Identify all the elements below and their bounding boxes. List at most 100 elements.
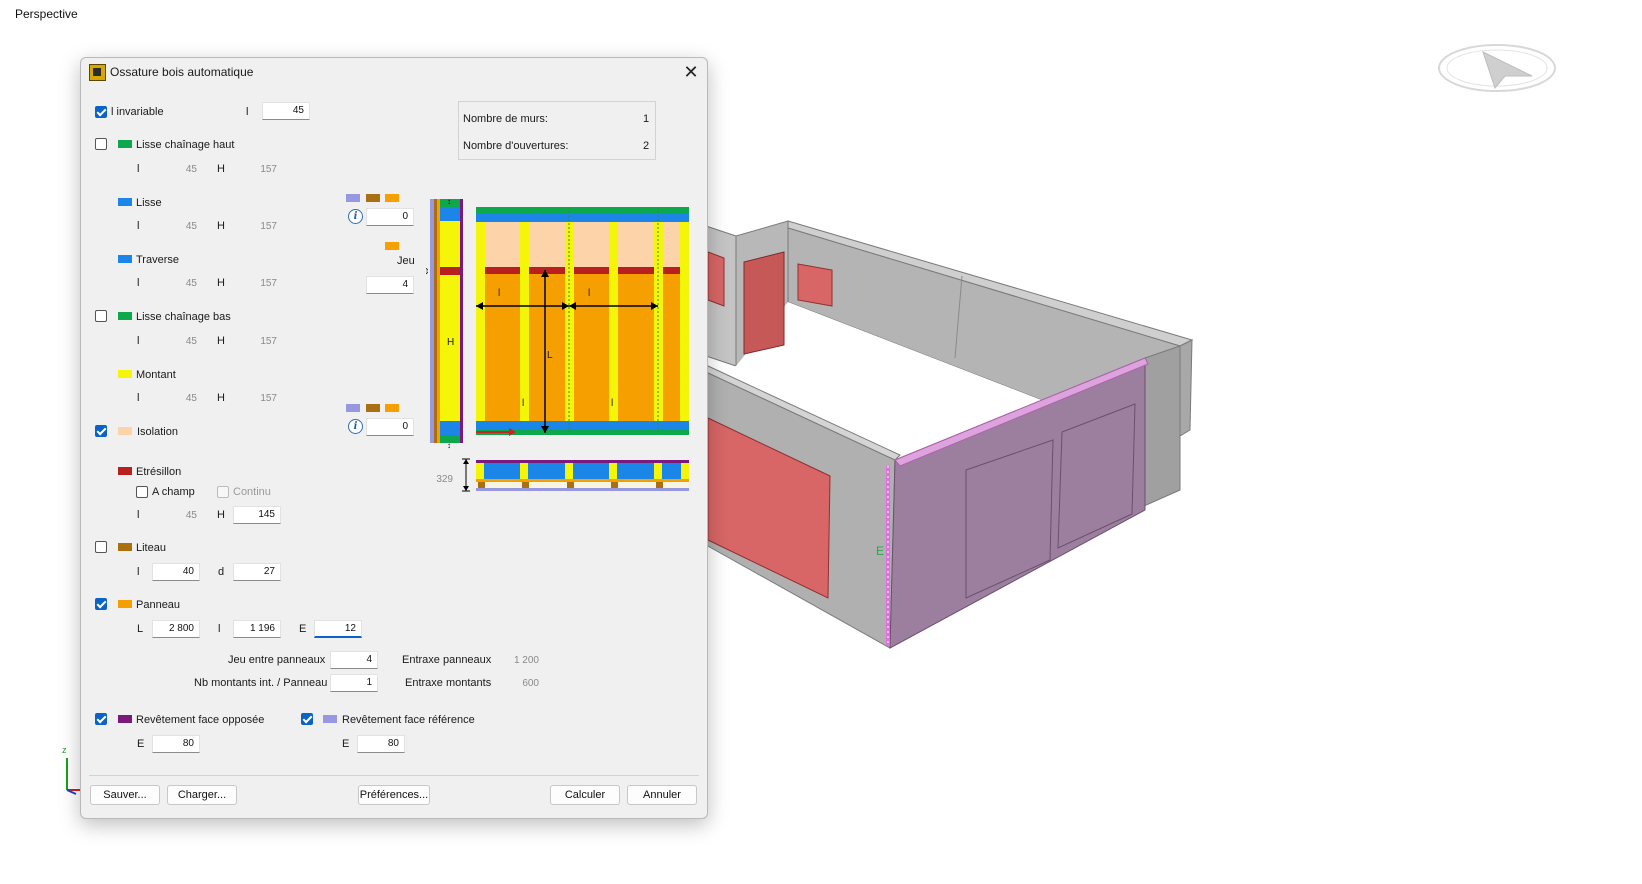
lisse-chainage-haut-h-label: H — [217, 163, 225, 175]
wall-model[interactable] — [705, 220, 1194, 649]
bottom-offset-input[interactable]: 0 — [366, 418, 414, 436]
save-button[interactable]: Sauver... — [90, 785, 160, 805]
liteau-checkbox[interactable] — [95, 541, 107, 553]
isolation-swatch — [118, 427, 132, 435]
continu-checkbox[interactable] — [217, 486, 229, 498]
top-offset-input[interactable]: 0 — [366, 208, 414, 226]
dialog-title: Ossature bois automatique — [110, 65, 254, 79]
lisse-chainage-bas-h-label: H — [217, 335, 225, 347]
nombre-murs-value: 1 — [643, 113, 650, 125]
etresillon-h-input[interactable]: 145 — [233, 506, 281, 524]
lisse-chainage-bas-l-value: 45 — [185, 336, 197, 347]
etresillon-l-label: l — [137, 509, 140, 521]
panneau-checkbox[interactable] — [95, 598, 107, 610]
close-button[interactable]: ✕ — [679, 60, 703, 84]
isolation-checkbox[interactable] — [95, 425, 107, 437]
view-compass-icon[interactable] — [1438, 44, 1556, 92]
montant-h-value: 157 — [260, 393, 277, 404]
entraxe-montants-label: Entraxe montants — [405, 677, 492, 689]
isolation-label: Isolation — [137, 426, 178, 438]
montant-label: Montant — [136, 369, 176, 381]
montant-h-label: H — [217, 392, 225, 404]
diagram-l-mark: l — [522, 398, 524, 409]
lisse-chainage-haut-h-value: 157 — [260, 164, 277, 175]
revetement-opposee-E-input[interactable]: 80 — [152, 735, 200, 753]
diagram-bottom-swatch-2 — [366, 404, 380, 412]
liteau-label: Liteau — [136, 542, 166, 554]
l-invariable-checkbox[interactable] — [95, 106, 107, 118]
diagram-top-swatch-3 — [385, 194, 399, 202]
jeu-label: Jeu — [397, 255, 415, 267]
panneau-L-label: L — [137, 623, 144, 635]
revetement-opposee-E-label: E — [137, 738, 145, 750]
diagram-top-swatch-1 — [346, 194, 360, 202]
footer-separator — [89, 775, 699, 776]
diagram-l-mark: l — [498, 288, 500, 299]
lisse-h-label: H — [217, 220, 225, 232]
z-axis-label: z — [62, 745, 67, 755]
dialog-titlebar[interactable]: Ossature bois automatique ✕ — [81, 58, 707, 88]
liteau-swatch — [118, 543, 132, 551]
lisse-chainage-haut-l-label: l — [137, 163, 140, 175]
revetement-reference-E-label: E — [342, 738, 350, 750]
traverse-l-value: 45 — [185, 278, 197, 289]
a-champ-label: A champ — [152, 486, 195, 498]
jeu-entre-panneaux-input[interactable]: 4 — [330, 651, 378, 669]
etresillon-h-label: H — [217, 509, 225, 521]
lisse-swatch — [118, 198, 132, 206]
lisse-chainage-bas-checkbox[interactable] — [95, 310, 107, 322]
model-marker: E — [876, 544, 884, 558]
nombre-murs-label: Nombre de murs: — [463, 113, 548, 125]
traverse-label: Traverse — [136, 254, 179, 266]
load-button[interactable]: Charger... — [167, 785, 237, 805]
nb-montants-input[interactable]: 1 — [330, 674, 378, 692]
lisse-chainage-bas-label: Lisse chaînage bas — [136, 311, 231, 323]
panneau-l-input[interactable]: 1 196 — [233, 620, 281, 638]
l-invariable-input[interactable]: 45 — [262, 102, 310, 120]
svg-text:↕: ↕ — [447, 441, 451, 450]
nombre-ouvertures-value: 2 — [643, 140, 650, 152]
traverse-l-label: l — [137, 277, 140, 289]
calculate-button[interactable]: Calculer — [550, 785, 620, 805]
app-icon — [89, 64, 106, 81]
info-icon[interactable]: i — [348, 209, 363, 224]
liteau-l-input[interactable]: 40 — [152, 563, 200, 581]
continu-label: Continu — [233, 486, 271, 498]
jeu-swatch — [385, 242, 399, 250]
diagram-l-mark: l — [588, 288, 590, 299]
revetement-opposee-swatch — [118, 715, 132, 723]
nombre-ouvertures-label: Nombre d'ouvertures: — [463, 140, 569, 152]
etresillon-label: Etrésillon — [136, 466, 182, 478]
cancel-button[interactable]: Annuler — [627, 785, 697, 805]
revetement-opposee-checkbox[interactable] — [95, 713, 107, 725]
diagram-L-mark: L — [547, 350, 553, 361]
entraxe-panneaux-label: Entraxe panneaux — [402, 654, 492, 666]
jeu-input[interactable]: 4 — [366, 276, 414, 294]
lisse-chainage-haut-checkbox[interactable] — [95, 138, 107, 150]
lisse-l-value: 45 — [185, 221, 197, 232]
jeu-entre-panneaux-label: Jeu entre panneaux — [228, 654, 326, 666]
panneau-E-label: E — [299, 623, 307, 635]
panneau-label: Panneau — [136, 599, 181, 611]
revetement-reference-checkbox[interactable] — [301, 713, 313, 725]
framing-diagram: H ↕ ↕ ⇕ l l L l l — [426, 197, 689, 492]
entraxe-montants-value: 600 — [522, 678, 539, 689]
preferences-button[interactable]: Préférences... — [358, 785, 430, 805]
panneau-L-input[interactable]: 2 800 — [152, 620, 200, 638]
panneau-l-label: l — [218, 623, 221, 635]
liteau-d-input[interactable]: 27 — [233, 563, 281, 581]
a-champ-checkbox[interactable] — [136, 486, 148, 498]
diagram-bottom-swatch-1 — [346, 404, 360, 412]
lisse-chainage-haut-swatch — [118, 140, 132, 148]
info-panel: Nombre de murs: 1 Nombre d'ouvertures: 2 — [458, 101, 656, 160]
panneau-E-input[interactable]: 12 — [314, 620, 362, 638]
info-icon[interactable]: i — [348, 419, 363, 434]
lisse-h-value: 157 — [260, 221, 277, 232]
lisse-chainage-bas-h-value: 157 — [260, 336, 277, 347]
revetement-reference-E-input[interactable]: 80 — [357, 735, 405, 753]
panneau-swatch — [118, 600, 132, 608]
diagram-H-label: H — [447, 337, 454, 348]
diagram-l-mark: l — [611, 398, 613, 409]
montant-swatch — [118, 370, 132, 378]
traverse-h-label: H — [217, 277, 225, 289]
